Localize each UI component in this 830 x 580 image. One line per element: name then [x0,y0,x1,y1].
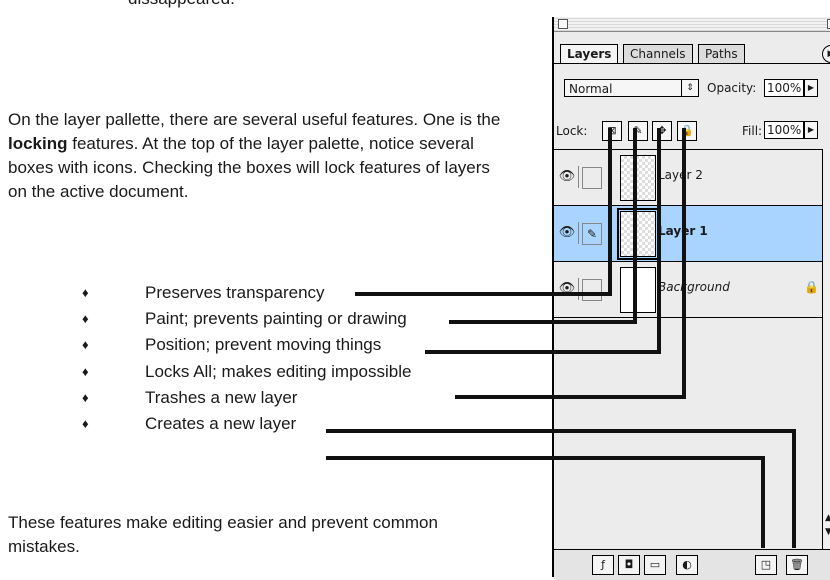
fill-slider-arrow-icon[interactable]: ▶ [804,121,818,139]
layer-name: Layer 1 [658,224,708,238]
opacity-slider-arrow-icon[interactable]: ▶ [804,79,818,97]
layer-name: Background [658,280,730,294]
link-column[interactable] [582,167,602,189]
lock-all-padlock-icon[interactable]: 🔒 [677,121,697,141]
layer-style-icon[interactable]: ƒ [592,555,614,575]
trash-icon[interactable]: 🗑 [786,555,808,575]
layer-name: Layer 2 [658,168,703,182]
layers-list: 👁 Layer 2 👁 ✎ Layer 1 👁 Background 🔒 [554,149,830,550]
fill-input[interactable]: 100% [764,121,805,139]
closing-paragraph: These features make editing easier and p… [8,513,438,556]
lock-label: Lock: [556,124,588,138]
diamond-bullet-icon: ♦ [82,285,89,300]
close-box-icon[interactable] [558,19,568,29]
tab-paths[interactable]: Paths [698,44,745,64]
diamond-bullet-icon: ♦ [82,337,89,353]
tab-channels[interactable]: Channels [623,44,693,64]
lock-paint-brush-icon[interactable]: ✎ [628,121,648,141]
list-item-text: Trashes a new layer [145,387,298,407]
list-item-text: Preserves transparency [145,283,325,302]
diamond-bullet-icon: ♦ [82,363,89,379]
fill-label: Fill: [742,124,763,138]
palette-bottom-bar: ƒ ◘ ▭ ◐ ◳ 🗑 [554,549,830,580]
opacity-input[interactable]: 100% [764,79,805,97]
scroll-up-arrow-icon[interactable]: ▲ [825,513,830,523]
list-item-text: Position; prevent moving things [145,335,382,355]
eye-visibility-icon[interactable]: 👁 [556,222,579,244]
lock-position-move-icon[interactable]: ✥ [652,121,672,141]
eye-visibility-icon[interactable]: 👁 [556,166,579,188]
intro-paragraph: On the layer pallette, there are several… [8,108,508,204]
intro-bold-word: locking [8,134,68,153]
new-group-folder-icon[interactable]: ▭ [644,555,666,575]
scrollbar[interactable]: ▲ ▼ [822,149,830,549]
paintbrush-icon[interactable]: ✎ [582,223,602,245]
layer-row[interactable]: 👁 Background 🔒 [554,262,830,318]
updown-arrow-icon: ⇕ [681,80,698,96]
list-item-text: Locks All; makes editing impossible [145,361,412,381]
list-item-text: Creates a new layer [145,413,297,433]
adjustment-layer-icon[interactable]: ◐ [676,555,698,575]
list-item-text: Paint; prevents painting or drawing [145,309,407,329]
eye-visibility-icon[interactable]: 👁 [556,278,579,300]
tab-layers[interactable]: Layers [560,44,619,64]
palette-menu-icon[interactable]: ▶ [822,45,830,63]
palette-titlebar[interactable] [554,17,830,32]
add-mask-icon[interactable]: ◘ [618,555,640,575]
intro-text-2: features. At the top of the layer palett… [8,134,490,201]
layer-thumbnail [617,208,659,260]
layer-thumbnail [620,155,656,201]
lock-transparency-icon[interactable]: ⊠ [602,121,622,141]
blend-mode-select[interactable]: Normal ⇕ [564,79,699,97]
diamond-bullet-icon: ♦ [82,389,89,405]
layer-row-selected[interactable]: 👁 ✎ Layer 1 [554,206,830,262]
layers-palette: Layers Channels Paths ▶ Normal ⇕ Opacity:… [552,17,830,580]
diamond-bullet-icon: ♦ [82,311,89,327]
new-layer-icon[interactable]: ◳ [755,555,777,575]
blend-mode-value: Normal [569,82,613,96]
padlock-icon: 🔒 [804,280,819,294]
diamond-bullet-icon: ♦ [82,415,89,431]
opacity-label: Opacity: [707,81,757,95]
intro-text-1: On the layer pallette, there are several… [8,110,501,129]
link-column[interactable] [582,279,602,301]
scroll-down-arrow-icon[interactable]: ▼ [825,527,830,537]
layer-row[interactable]: 👁 Layer 2 [554,150,830,206]
cutoff-text: dissappeared. [128,0,235,11]
tab-divider [554,63,830,64]
layer-thumbnail [620,267,656,313]
